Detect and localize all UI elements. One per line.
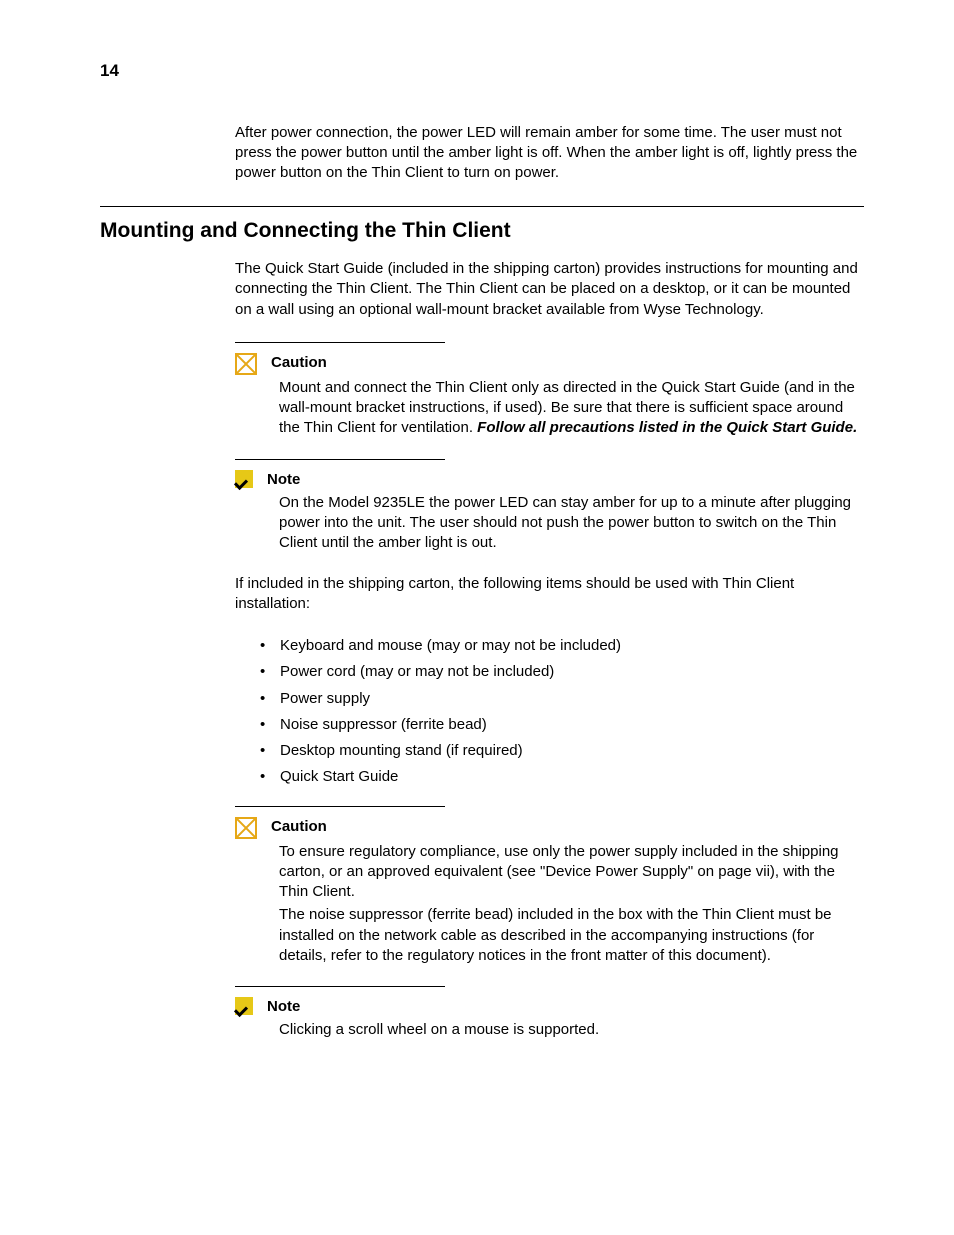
- caution-callout: Caution To ensure regulatory compliance,…: [235, 806, 864, 967]
- callout-body: Clicking a scroll wheel on a mouse is su…: [279, 1020, 864, 1040]
- callout-title: Note: [267, 470, 300, 490]
- document-page: 14 After power connection, the power LED…: [0, 0, 954, 1121]
- page-number: 14: [100, 60, 864, 83]
- callout-rule: [235, 806, 445, 807]
- note-icon: [235, 997, 253, 1015]
- callout-rule: [235, 342, 445, 343]
- section-divider: [100, 206, 864, 207]
- caution-callout: Caution Mount and connect the Thin Clien…: [235, 342, 864, 439]
- callout-rule: [235, 459, 445, 460]
- intro-paragraph: After power connection, the power LED wi…: [235, 123, 864, 184]
- callout-body: On the Model 9235LE the power LED can st…: [279, 493, 864, 554]
- callout-body: Mount and connect the Thin Client only a…: [279, 378, 864, 439]
- items-intro-paragraph: If included in the shipping carton, the …: [235, 574, 864, 615]
- list-item: Quick Start Guide: [260, 767, 864, 787]
- note-text: Clicking a scroll wheel on a mouse is su…: [279, 1020, 864, 1040]
- note-callout: Note On the Model 9235LE the power LED c…: [235, 459, 864, 554]
- note-icon: [235, 470, 253, 488]
- list-item: Power cord (may or may not be included): [260, 662, 864, 682]
- caution-text-2: The noise suppressor (ferrite bead) incl…: [279, 905, 864, 966]
- caution-emphasis: Follow all precautions listed in the Qui…: [477, 419, 857, 436]
- install-items-list: Keyboard and mouse (may or may not be in…: [100, 636, 864, 788]
- caution-text-1: To ensure regulatory compliance, use onl…: [279, 842, 864, 903]
- caution-icon: [235, 817, 257, 839]
- section-heading: Mounting and Connecting the Thin Client: [100, 217, 864, 245]
- list-item: Desktop mounting stand (if required): [260, 741, 864, 761]
- list-item: Power supply: [260, 689, 864, 709]
- note-text: On the Model 9235LE the power LED can st…: [279, 493, 864, 554]
- caution-icon: [235, 353, 257, 375]
- callout-title: Caution: [271, 817, 327, 837]
- list-item: Noise suppressor (ferrite bead): [260, 715, 864, 735]
- callout-title: Caution: [271, 353, 327, 373]
- callout-body: To ensure regulatory compliance, use onl…: [279, 842, 864, 967]
- callout-rule: [235, 986, 445, 987]
- callout-title: Note: [267, 997, 300, 1017]
- note-callout: Note Clicking a scroll wheel on a mouse …: [235, 986, 864, 1041]
- list-item: Keyboard and mouse (may or may not be in…: [260, 636, 864, 656]
- section-intro-paragraph: The Quick Start Guide (included in the s…: [235, 259, 864, 320]
